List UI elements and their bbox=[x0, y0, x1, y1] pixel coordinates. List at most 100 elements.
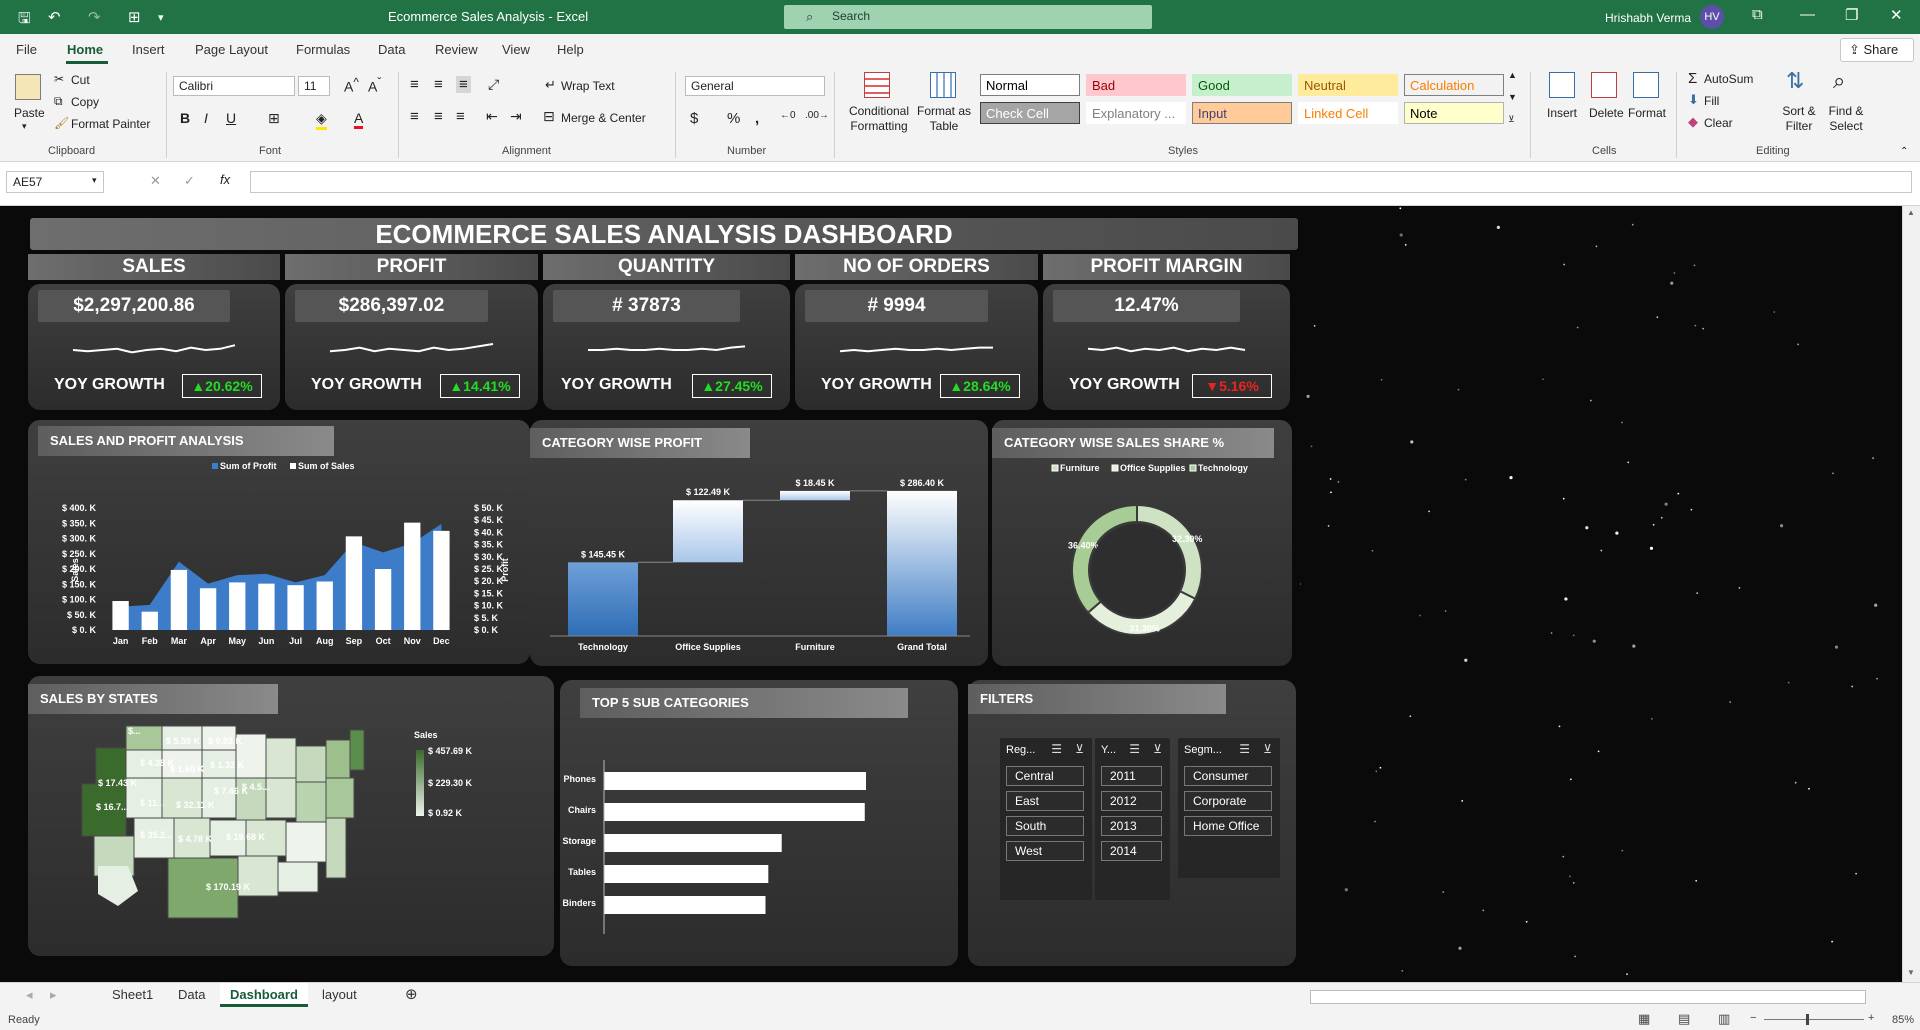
cell-style-note[interactable]: Note bbox=[1404, 102, 1504, 124]
slicer-item[interactable]: Central bbox=[1006, 766, 1084, 786]
increase-font-icon[interactable]: A^ bbox=[344, 76, 359, 95]
copy-icon[interactable]: ⧉ bbox=[54, 94, 63, 109]
tab-dashboard[interactable]: Dashboard bbox=[220, 983, 308, 1007]
vertical-scrollbar[interactable]: ▲ ▼ bbox=[1902, 206, 1920, 982]
slicer-item[interactable]: East bbox=[1006, 791, 1084, 811]
clear-icon[interactable]: ◆ bbox=[1688, 114, 1698, 130]
customize-toolbar-icon[interactable]: ▾ bbox=[158, 11, 164, 24]
cell-style-good[interactable]: Good bbox=[1192, 74, 1292, 96]
format-cells-button[interactable]: Format bbox=[1628, 106, 1666, 120]
gallery-up-icon[interactable]: ▲ bbox=[1508, 70, 1517, 80]
menu-review[interactable]: Review bbox=[435, 42, 478, 57]
menu-data[interactable]: Data bbox=[378, 42, 405, 57]
maximize-icon[interactable]: ❐ bbox=[1845, 6, 1858, 24]
font-name-select[interactable]: Calibri bbox=[173, 76, 295, 96]
clear-filter-icon[interactable]: ⊻ bbox=[1263, 742, 1272, 756]
user-name[interactable]: Hrishabh Verma bbox=[1605, 11, 1691, 25]
bold-icon[interactable]: B bbox=[180, 110, 190, 126]
scroll-up-icon[interactable]: ▲ bbox=[1907, 208, 1915, 217]
align-center-icon[interactable]: ≡ bbox=[434, 108, 443, 125]
multi-select-icon[interactable]: ☰ bbox=[1051, 742, 1062, 756]
tab-layout[interactable]: layout bbox=[322, 987, 357, 1002]
scroll-down-icon[interactable]: ▼ bbox=[1907, 968, 1915, 977]
slicer-item[interactable]: 2011 bbox=[1101, 766, 1162, 786]
slicer-item[interactable]: 2013 bbox=[1101, 816, 1162, 836]
slicer-item[interactable]: Home Office bbox=[1184, 816, 1272, 836]
conditional-formatting-button[interactable]: Conditional Formatting bbox=[844, 104, 914, 134]
align-top-icon[interactable]: ≡ bbox=[410, 76, 419, 93]
wrap-text-button[interactable]: Wrap Text bbox=[561, 79, 615, 93]
menu-formulas[interactable]: Formulas bbox=[296, 42, 350, 57]
increase-decimal-icon[interactable]: ←0 bbox=[780, 110, 796, 121]
copy-button[interactable]: Copy bbox=[71, 95, 99, 109]
form-icon[interactable]: ⊞ bbox=[128, 8, 141, 26]
cell-style-calculation[interactable]: Calculation bbox=[1404, 74, 1504, 96]
slicer-item[interactable]: 2014 bbox=[1101, 841, 1162, 861]
font-size-select[interactable]: 11 bbox=[298, 76, 330, 96]
fill-color-icon[interactable]: ◈ bbox=[316, 110, 327, 130]
fill-button[interactable]: Fill bbox=[1704, 94, 1719, 108]
find-select-icon[interactable]: ⌕ bbox=[1833, 68, 1845, 94]
conditional-formatting-icon[interactable] bbox=[864, 72, 890, 98]
cell-style-bad[interactable]: Bad bbox=[1086, 74, 1186, 96]
cell-style-input[interactable]: Input bbox=[1192, 102, 1292, 124]
worksheet-area[interactable]: ECOMMERCE SALES ANALYSIS DASHBOARD SALES… bbox=[0, 206, 1902, 982]
decrease-font-icon[interactable]: Aˇ bbox=[368, 76, 381, 95]
wrap-text-icon[interactable]: ↵ bbox=[545, 77, 556, 93]
insert-function-icon[interactable]: fx bbox=[220, 172, 230, 187]
cancel-icon[interactable]: ✕ bbox=[150, 173, 161, 189]
top5-chart[interactable]: Phones $ 330.01 k Chairs $ 328.45 k Storage $… bbox=[560, 720, 958, 966]
sales-states-map[interactable]: $...$ 17.43 K$ 5.59 K $ 0.92 K$ 4.38 K$ 1… bbox=[28, 716, 554, 956]
cut-button[interactable]: Cut bbox=[71, 73, 90, 87]
delete-cells-icon[interactable] bbox=[1591, 72, 1617, 98]
page-layout-view-icon[interactable]: ▤ bbox=[1678, 1011, 1690, 1027]
zoom-level[interactable]: 85% bbox=[1892, 1014, 1914, 1026]
delete-cells-button[interactable]: Delete bbox=[1589, 106, 1624, 120]
slicer-item[interactable]: West bbox=[1006, 841, 1084, 861]
sort-filter-button[interactable]: Sort & Filter bbox=[1777, 104, 1821, 134]
align-left-icon[interactable]: ≡ bbox=[410, 108, 419, 125]
slicer-item[interactable]: South bbox=[1006, 816, 1084, 836]
name-box[interactable]: AE57 bbox=[6, 171, 104, 193]
autosum-button[interactable]: AutoSum bbox=[1704, 72, 1753, 86]
slicer-item[interactable]: 2012 bbox=[1101, 791, 1162, 811]
decrease-decimal-icon[interactable]: .00→ bbox=[805, 110, 829, 121]
insert-cells-icon[interactable] bbox=[1549, 72, 1575, 98]
format-painter-button[interactable]: Format Painter bbox=[71, 117, 150, 131]
save-icon[interactable]: 🖫 bbox=[18, 8, 31, 33]
decrease-indent-icon[interactable]: ⇤ bbox=[486, 108, 498, 125]
enter-icon[interactable]: ✓ bbox=[184, 173, 195, 189]
sort-filter-icon[interactable]: ⇅ bbox=[1786, 68, 1804, 94]
menu-view[interactable]: View bbox=[502, 42, 530, 57]
merge-center-icon[interactable]: ⊟ bbox=[543, 108, 555, 125]
collapse-ribbon-icon[interactable]: ⌃ bbox=[1900, 146, 1908, 157]
underline-icon[interactable]: U bbox=[226, 110, 236, 126]
gallery-more-icon[interactable]: ⊻ bbox=[1508, 114, 1515, 125]
menu-home[interactable]: Home bbox=[67, 42, 103, 57]
format-as-table-icon[interactable] bbox=[930, 72, 956, 98]
horizontal-scrollbar[interactable] bbox=[1310, 990, 1866, 1004]
comma-style-icon[interactable]: , bbox=[755, 110, 759, 127]
cell-style-check-cell[interactable]: Check Cell bbox=[980, 102, 1080, 124]
undo-icon[interactable]: ↶ bbox=[48, 8, 61, 26]
font-color-icon[interactable]: A bbox=[354, 110, 364, 129]
formula-input[interactable] bbox=[250, 171, 1912, 193]
tab-sheet1[interactable]: Sheet1 bbox=[112, 987, 153, 1002]
format-cells-icon[interactable] bbox=[1633, 72, 1659, 98]
menu-help[interactable]: Help bbox=[557, 42, 584, 57]
italic-icon[interactable]: I bbox=[204, 110, 208, 126]
paste-dropdown-icon[interactable]: ▾ bbox=[22, 121, 27, 132]
orientation-icon[interactable]: ⤢ bbox=[488, 76, 499, 93]
menu-insert[interactable]: Insert bbox=[132, 42, 165, 57]
paste-button[interactable]: Paste bbox=[14, 106, 45, 120]
tab-data[interactable]: Data bbox=[178, 987, 205, 1002]
search-input[interactable]: ⌕ Search bbox=[784, 5, 1152, 29]
zoom-out-icon[interactable]: − bbox=[1750, 1012, 1756, 1024]
share-button[interactable]: ⇪ Share bbox=[1840, 38, 1914, 62]
menu-file[interactable]: File bbox=[16, 42, 37, 57]
zoom-slider[interactable] bbox=[1764, 1019, 1864, 1020]
autosum-icon[interactable]: Σ bbox=[1688, 70, 1697, 87]
category-share-chart[interactable]: Furniture Office Supplies Technology 32.30%… bbox=[992, 460, 1292, 666]
sales-profit-chart[interactable]: Sum of Profit Sum of Sales $ 0. K $ 50. K $ … bbox=[28, 460, 530, 664]
clear-filter-icon[interactable]: ⊻ bbox=[1153, 742, 1162, 756]
